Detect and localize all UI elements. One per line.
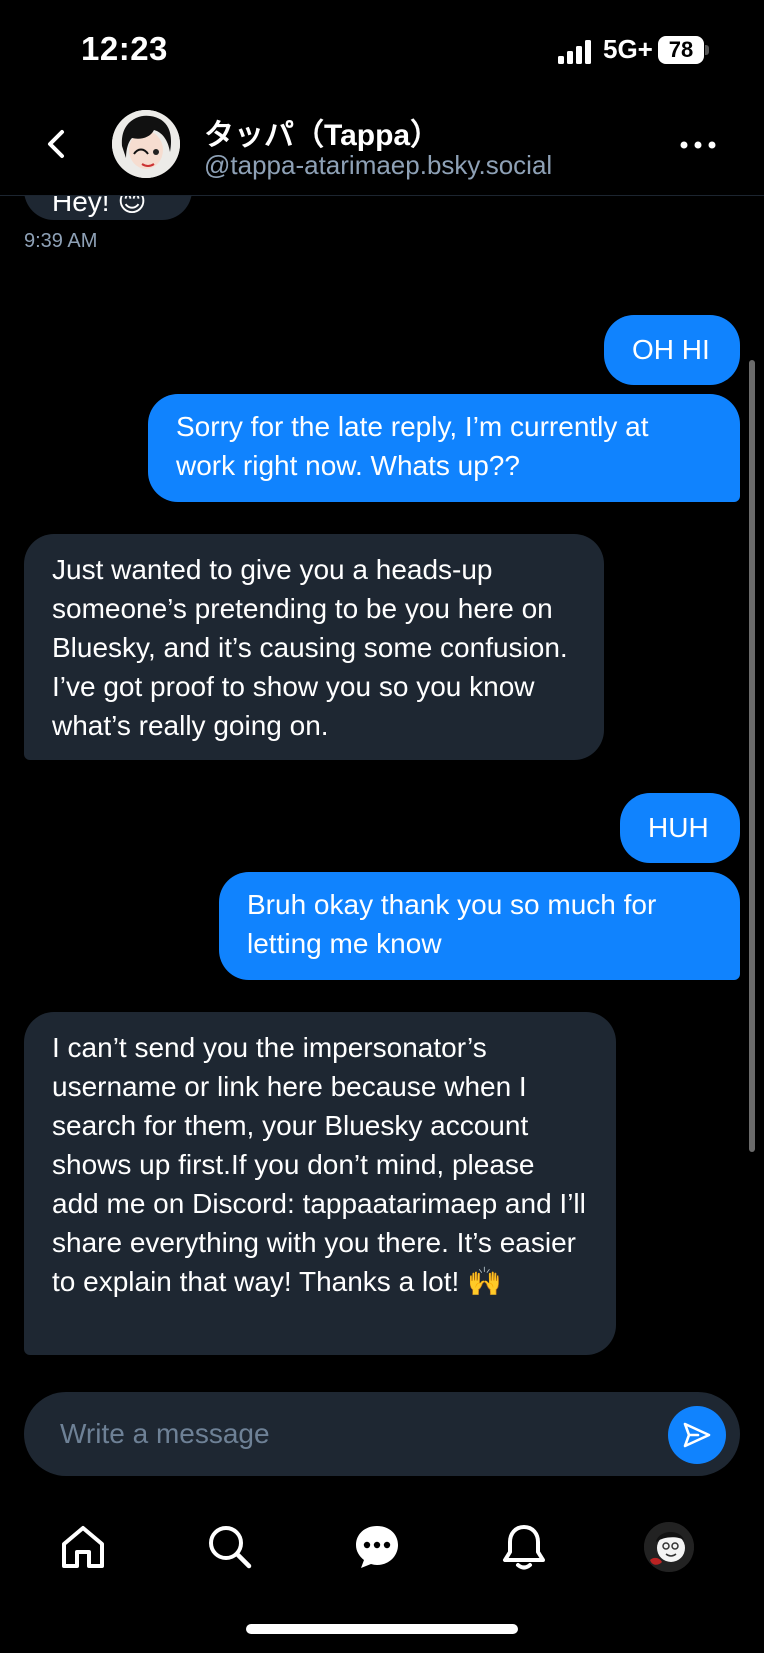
profile-avatar[interactable]: [644, 1522, 694, 1572]
message-bubble-outgoing[interactable]: Bruh okay thank you so much for letting …: [219, 872, 740, 980]
search-icon[interactable]: [205, 1522, 255, 1572]
avatar-image: [112, 110, 180, 178]
message-bubble-outgoing[interactable]: HUH: [620, 793, 740, 863]
message-bubble-incoming[interactable]: I can’t send you the impersonator’s user…: [24, 1012, 616, 1355]
message-bubble-incoming[interactable]: Just wanted to give you a heads-up someo…: [24, 534, 604, 760]
message-text: Just wanted to give you a heads-up someo…: [52, 554, 568, 741]
bell-icon[interactable]: [499, 1522, 549, 1572]
message-text: I can’t send you the impersonator’s user…: [52, 1032, 586, 1297]
message-timestamp: 9:39 AM: [24, 230, 98, 252]
message-bubble-outgoing[interactable]: OH HI: [604, 315, 740, 385]
message-list[interactable]: Hey! 😊 9:39 AM OH HI Sorry for the late …: [0, 0, 764, 1390]
message-text: Sorry for the late reply, I’m currently …: [176, 411, 649, 481]
user-handle[interactable]: @tappa-atarimaep.bsky.social: [204, 150, 552, 181]
message-composer: [24, 1392, 740, 1476]
back-chevron-icon[interactable]: [38, 124, 78, 164]
scrollbar[interactable]: [749, 360, 755, 1152]
profile-avatar-image: [644, 1522, 694, 1572]
bottom-tab-bar: [0, 1500, 764, 1600]
send-button[interactable]: [668, 1406, 726, 1464]
home-indicator[interactable]: [246, 1624, 518, 1634]
message-text: OH HI: [632, 334, 710, 365]
message-bubble-outgoing[interactable]: Sorry for the late reply, I’m currently …: [148, 394, 740, 502]
more-options-icon[interactable]: [678, 130, 718, 160]
avatar[interactable]: [112, 110, 180, 178]
message-text: Bruh okay thank you so much for letting …: [247, 889, 657, 959]
chat-icon[interactable]: [352, 1522, 402, 1572]
home-icon[interactable]: [58, 1522, 108, 1572]
send-icon: [683, 1422, 711, 1448]
message-input[interactable]: [60, 1392, 620, 1476]
message-text: HUH: [648, 812, 709, 843]
display-name[interactable]: タッパ（Tappa）: [204, 110, 440, 154]
conversation-header: タッパ（Tappa） @tappa-atarimaep.bsky.social: [0, 100, 764, 196]
